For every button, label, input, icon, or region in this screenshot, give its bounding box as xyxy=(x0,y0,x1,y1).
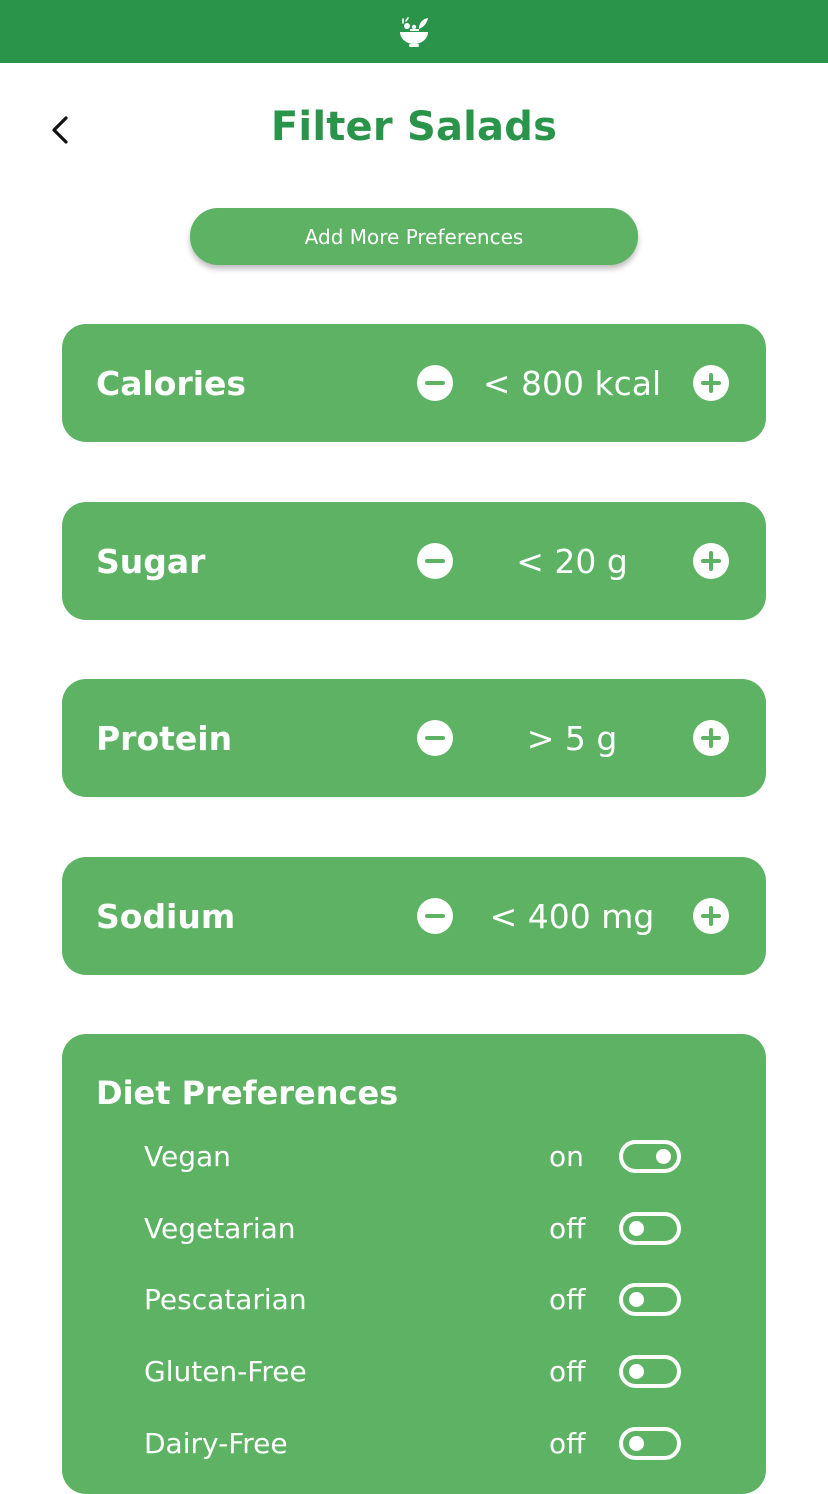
toggle-knob xyxy=(629,1292,644,1307)
increase-sodium-button[interactable] xyxy=(693,898,729,934)
nutrient-value: > 5 g xyxy=(526,718,618,758)
increase-protein-button[interactable] xyxy=(693,720,729,756)
dairy-free-toggle[interactable] xyxy=(619,1427,681,1460)
calories-filter-card: Calories < 800 kcal xyxy=(62,324,766,442)
diet-label: Gluten-Free xyxy=(144,1354,307,1388)
diet-label: Dairy-Free xyxy=(144,1426,288,1460)
toggle-knob xyxy=(656,1149,671,1164)
decrease-protein-button[interactable] xyxy=(417,720,453,756)
toggle-knob xyxy=(629,1364,644,1379)
decrease-calories-button[interactable] xyxy=(417,365,453,401)
nutrient-label: Sodium xyxy=(96,896,236,936)
diet-label: Vegan xyxy=(144,1139,231,1173)
toggle-knob xyxy=(629,1221,644,1236)
decrease-sugar-button[interactable] xyxy=(417,543,453,579)
sodium-filter-card: Sodium < 400 mg xyxy=(62,857,766,975)
vegetarian-toggle[interactable] xyxy=(619,1212,681,1245)
protein-filter-card: Protein > 5 g xyxy=(62,679,766,797)
diet-label: Pescatarian xyxy=(144,1282,307,1316)
diet-label: Vegetarian xyxy=(144,1211,296,1245)
nutrient-value: < 800 kcal xyxy=(482,363,662,403)
sugar-filter-card: Sugar < 20 g xyxy=(62,502,766,620)
diet-preferences-card: Diet Preferences Vegan on Vegetarian off… xyxy=(62,1034,766,1494)
nutrient-label: Calories xyxy=(96,363,247,403)
diet-preferences-title: Diet Preferences xyxy=(96,1074,399,1112)
nutrient-value: < 20 g xyxy=(516,541,628,581)
salad-bowl-icon xyxy=(397,15,431,49)
add-more-preferences-button[interactable]: Add More Preferences xyxy=(190,208,638,265)
gluten-free-toggle[interactable] xyxy=(619,1355,681,1388)
diet-state: on xyxy=(549,1139,584,1173)
pescatarian-toggle[interactable] xyxy=(619,1283,681,1316)
nutrient-value: < 400 mg xyxy=(489,896,655,936)
diet-row-vegetarian: Vegetarian off xyxy=(62,1208,766,1248)
diet-row-pescatarian: Pescatarian off xyxy=(62,1279,766,1319)
increase-calories-button[interactable] xyxy=(693,365,729,401)
diet-state: off xyxy=(549,1211,586,1245)
diet-state: off xyxy=(549,1354,586,1388)
diet-row-gluten-free: Gluten-Free off xyxy=(62,1351,766,1391)
diet-state: off xyxy=(549,1426,586,1460)
nutrient-label: Protein xyxy=(96,718,233,758)
toggle-knob xyxy=(629,1436,644,1451)
nutrient-label: Sugar xyxy=(96,541,206,581)
diet-state: off xyxy=(549,1282,586,1316)
diet-row-dairy-free: Dairy-Free off xyxy=(62,1423,766,1463)
decrease-sodium-button[interactable] xyxy=(417,898,453,934)
vegan-toggle[interactable] xyxy=(619,1140,681,1173)
diet-row-vegan: Vegan on xyxy=(62,1136,766,1176)
top-bar xyxy=(0,0,828,63)
increase-sugar-button[interactable] xyxy=(693,543,729,579)
page-title: Filter Salads xyxy=(270,104,558,150)
